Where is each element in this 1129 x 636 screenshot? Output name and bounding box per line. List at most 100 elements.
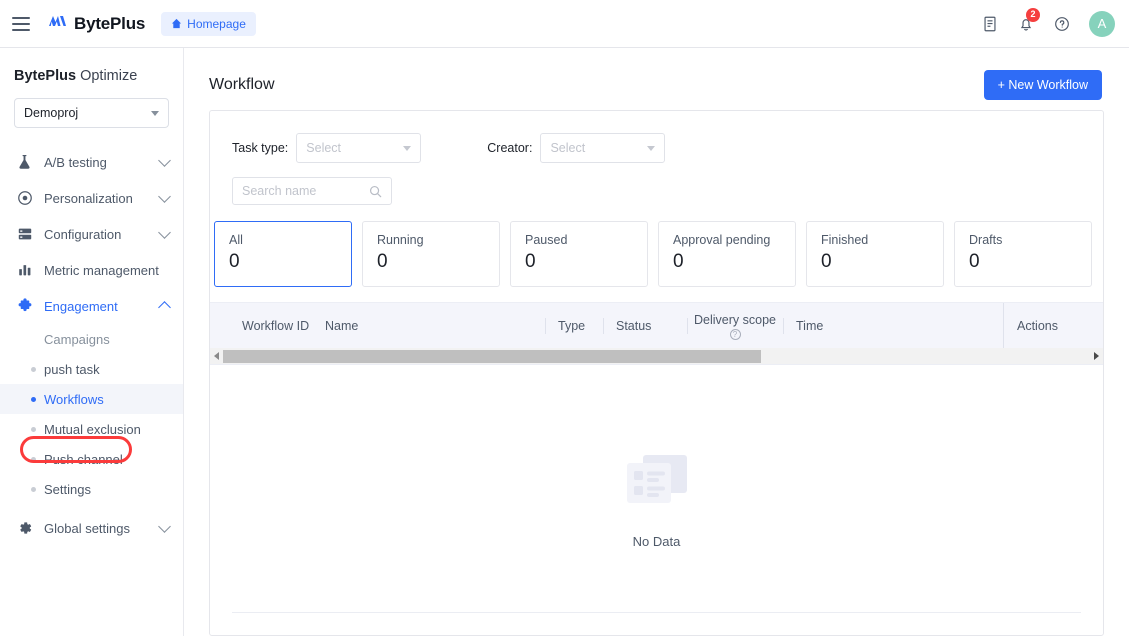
server-icon bbox=[16, 226, 33, 243]
page-title: Workflow bbox=[209, 76, 275, 93]
help-circle-icon[interactable] bbox=[1053, 15, 1071, 33]
column-delivery-scope[interactable]: Delivery scope ? bbox=[687, 303, 783, 349]
target-icon bbox=[16, 190, 33, 207]
product-title: BytePlus Optimize bbox=[0, 68, 183, 84]
creator-select[interactable]: Select bbox=[540, 133, 666, 163]
workflow-panel: Task type: Select Creator: Select Search… bbox=[209, 110, 1104, 636]
avatar[interactable]: A bbox=[1089, 10, 1115, 37]
sidebar-label: Global settings bbox=[44, 520, 130, 536]
filter-section: Task type: Select Creator: Select bbox=[210, 111, 1103, 205]
scroll-right-arrow-icon[interactable] bbox=[1090, 352, 1103, 360]
status-card-value: 0 bbox=[673, 251, 684, 272]
sidebar-label: Engagement bbox=[44, 298, 118, 314]
search-input[interactable] bbox=[242, 184, 369, 198]
sidebar-item-configuration[interactable]: Configuration bbox=[0, 216, 183, 252]
bar-chart-icon bbox=[16, 262, 33, 279]
column-time[interactable]: Time bbox=[783, 303, 903, 349]
search-box[interactable] bbox=[232, 177, 392, 205]
sidebar-item-engagement[interactable]: Engagement bbox=[0, 288, 183, 324]
status-card-approval-pending[interactable]: Approval pending 0 bbox=[658, 221, 796, 287]
bell-icon[interactable]: 2 bbox=[1017, 7, 1040, 33]
sidebar-label: Metric management bbox=[44, 262, 159, 278]
notification-badge: 2 bbox=[1026, 7, 1040, 22]
bullet-icon bbox=[31, 486, 36, 492]
brand-name: BytePlus bbox=[74, 13, 146, 33]
puzzle-icon bbox=[16, 298, 33, 315]
scrollbar-track[interactable] bbox=[223, 349, 1090, 363]
task-type-select-value: Select bbox=[306, 141, 342, 155]
panel-footer-divider bbox=[232, 612, 1081, 613]
task-type-label: Task type: bbox=[232, 141, 289, 155]
homepage-chip[interactable]: Homepage bbox=[161, 11, 256, 36]
sidebar-item-global-settings[interactable]: Global settings bbox=[0, 510, 183, 546]
sidebar-item-ab-testing[interactable]: A/B testing bbox=[0, 144, 183, 180]
sidebar-item-workflows[interactable]: Workflows bbox=[0, 384, 183, 414]
column-workflow-id[interactable]: Workflow ID bbox=[210, 303, 320, 349]
sidebar-label: Configuration bbox=[44, 226, 122, 242]
caret-down-icon bbox=[151, 110, 159, 116]
bullet-icon bbox=[31, 426, 36, 432]
filter-row-selects: Task type: Select Creator: Select bbox=[232, 133, 1103, 163]
status-card-value: 0 bbox=[377, 251, 388, 272]
status-card-running[interactable]: Running 0 bbox=[362, 221, 500, 287]
horizontal-scrollbar[interactable] bbox=[210, 348, 1103, 365]
table-header-row: Workflow ID Name Type Status Delivery sc… bbox=[210, 302, 1103, 349]
gear-icon bbox=[16, 520, 33, 537]
column-status[interactable]: Status bbox=[603, 303, 687, 349]
caret-down-icon bbox=[403, 145, 412, 151]
workflow-table: Workflow ID Name Type Status Delivery sc… bbox=[210, 302, 1103, 635]
scroll-left-arrow-icon[interactable] bbox=[210, 352, 223, 360]
search-icon[interactable] bbox=[369, 185, 382, 198]
status-card-value: 0 bbox=[821, 251, 832, 272]
status-card-label: Finished bbox=[821, 233, 869, 247]
sidebar-item-metric-management[interactable]: Metric management bbox=[0, 252, 183, 288]
sidebar-sub-label: Workflows bbox=[44, 391, 104, 407]
project-selector-value: Demoproj bbox=[24, 106, 79, 120]
bullet-icon bbox=[31, 366, 36, 372]
topbar-actions: 2 A bbox=[981, 7, 1115, 37]
bullet-icon bbox=[31, 396, 36, 402]
status-card-finished[interactable]: Finished 0 bbox=[806, 221, 944, 287]
brand-logo: BytePlus bbox=[48, 13, 145, 34]
status-card-drafts[interactable]: Drafts 0 bbox=[954, 221, 1092, 287]
sidebar-item-push-task[interactable]: push task bbox=[0, 354, 183, 384]
document-icon[interactable] bbox=[981, 15, 999, 33]
chevron-down-icon bbox=[158, 189, 171, 203]
product-suffix: Optimize bbox=[76, 68, 138, 84]
sidebar-label: A/B testing bbox=[44, 154, 107, 170]
sidebar-item-push-channel[interactable]: Push channel bbox=[0, 444, 183, 474]
sidebar-item-mutual-exclusion[interactable]: Mutual exclusion bbox=[0, 414, 183, 444]
bullet-icon bbox=[31, 456, 36, 462]
column-type[interactable]: Type bbox=[545, 303, 603, 349]
project-selector[interactable]: Demoproj bbox=[14, 98, 169, 128]
task-type-select[interactable]: Select bbox=[296, 133, 422, 163]
empty-state-text: No Data bbox=[632, 533, 681, 549]
sidebar-item-settings[interactable]: Settings bbox=[0, 474, 183, 504]
status-card-all[interactable]: All 0 bbox=[214, 221, 352, 287]
empty-state: No Data bbox=[210, 365, 1103, 635]
new-workflow-button[interactable]: + New Workflow bbox=[983, 70, 1102, 100]
status-card-value: 0 bbox=[229, 251, 240, 272]
status-card-value: 0 bbox=[525, 251, 536, 272]
status-card-paused[interactable]: Paused 0 bbox=[510, 221, 648, 287]
chevron-down-icon bbox=[158, 225, 171, 239]
sidebar-sub-label: Settings bbox=[44, 481, 91, 497]
sidebar: BytePlus Optimize Demoproj A/B testing P… bbox=[0, 48, 184, 636]
status-card-label: Paused bbox=[525, 233, 568, 247]
status-card-label: Running bbox=[377, 233, 424, 247]
homepage-label: Homepage bbox=[187, 16, 246, 31]
creator-select-value: Select bbox=[550, 141, 586, 155]
hamburger-icon[interactable] bbox=[12, 16, 30, 31]
column-name[interactable]: Name bbox=[320, 303, 545, 349]
filter-row-search bbox=[232, 177, 1103, 205]
status-card-label: Drafts bbox=[969, 233, 1003, 247]
scrollbar-thumb[interactable] bbox=[223, 349, 761, 363]
byteplus-mark-icon bbox=[48, 13, 68, 34]
sidebar-item-personalization[interactable]: Personalization bbox=[0, 180, 183, 216]
question-circle-icon[interactable]: ? bbox=[729, 329, 741, 340]
caret-down-icon bbox=[647, 145, 656, 151]
status-cards: All 0 Running 0 Paused 0 Approval pendin… bbox=[210, 219, 1103, 287]
column-actions[interactable]: Actions bbox=[1003, 303, 1103, 349]
home-icon bbox=[171, 18, 182, 29]
sidebar-sub-label: Push channel bbox=[44, 451, 123, 467]
